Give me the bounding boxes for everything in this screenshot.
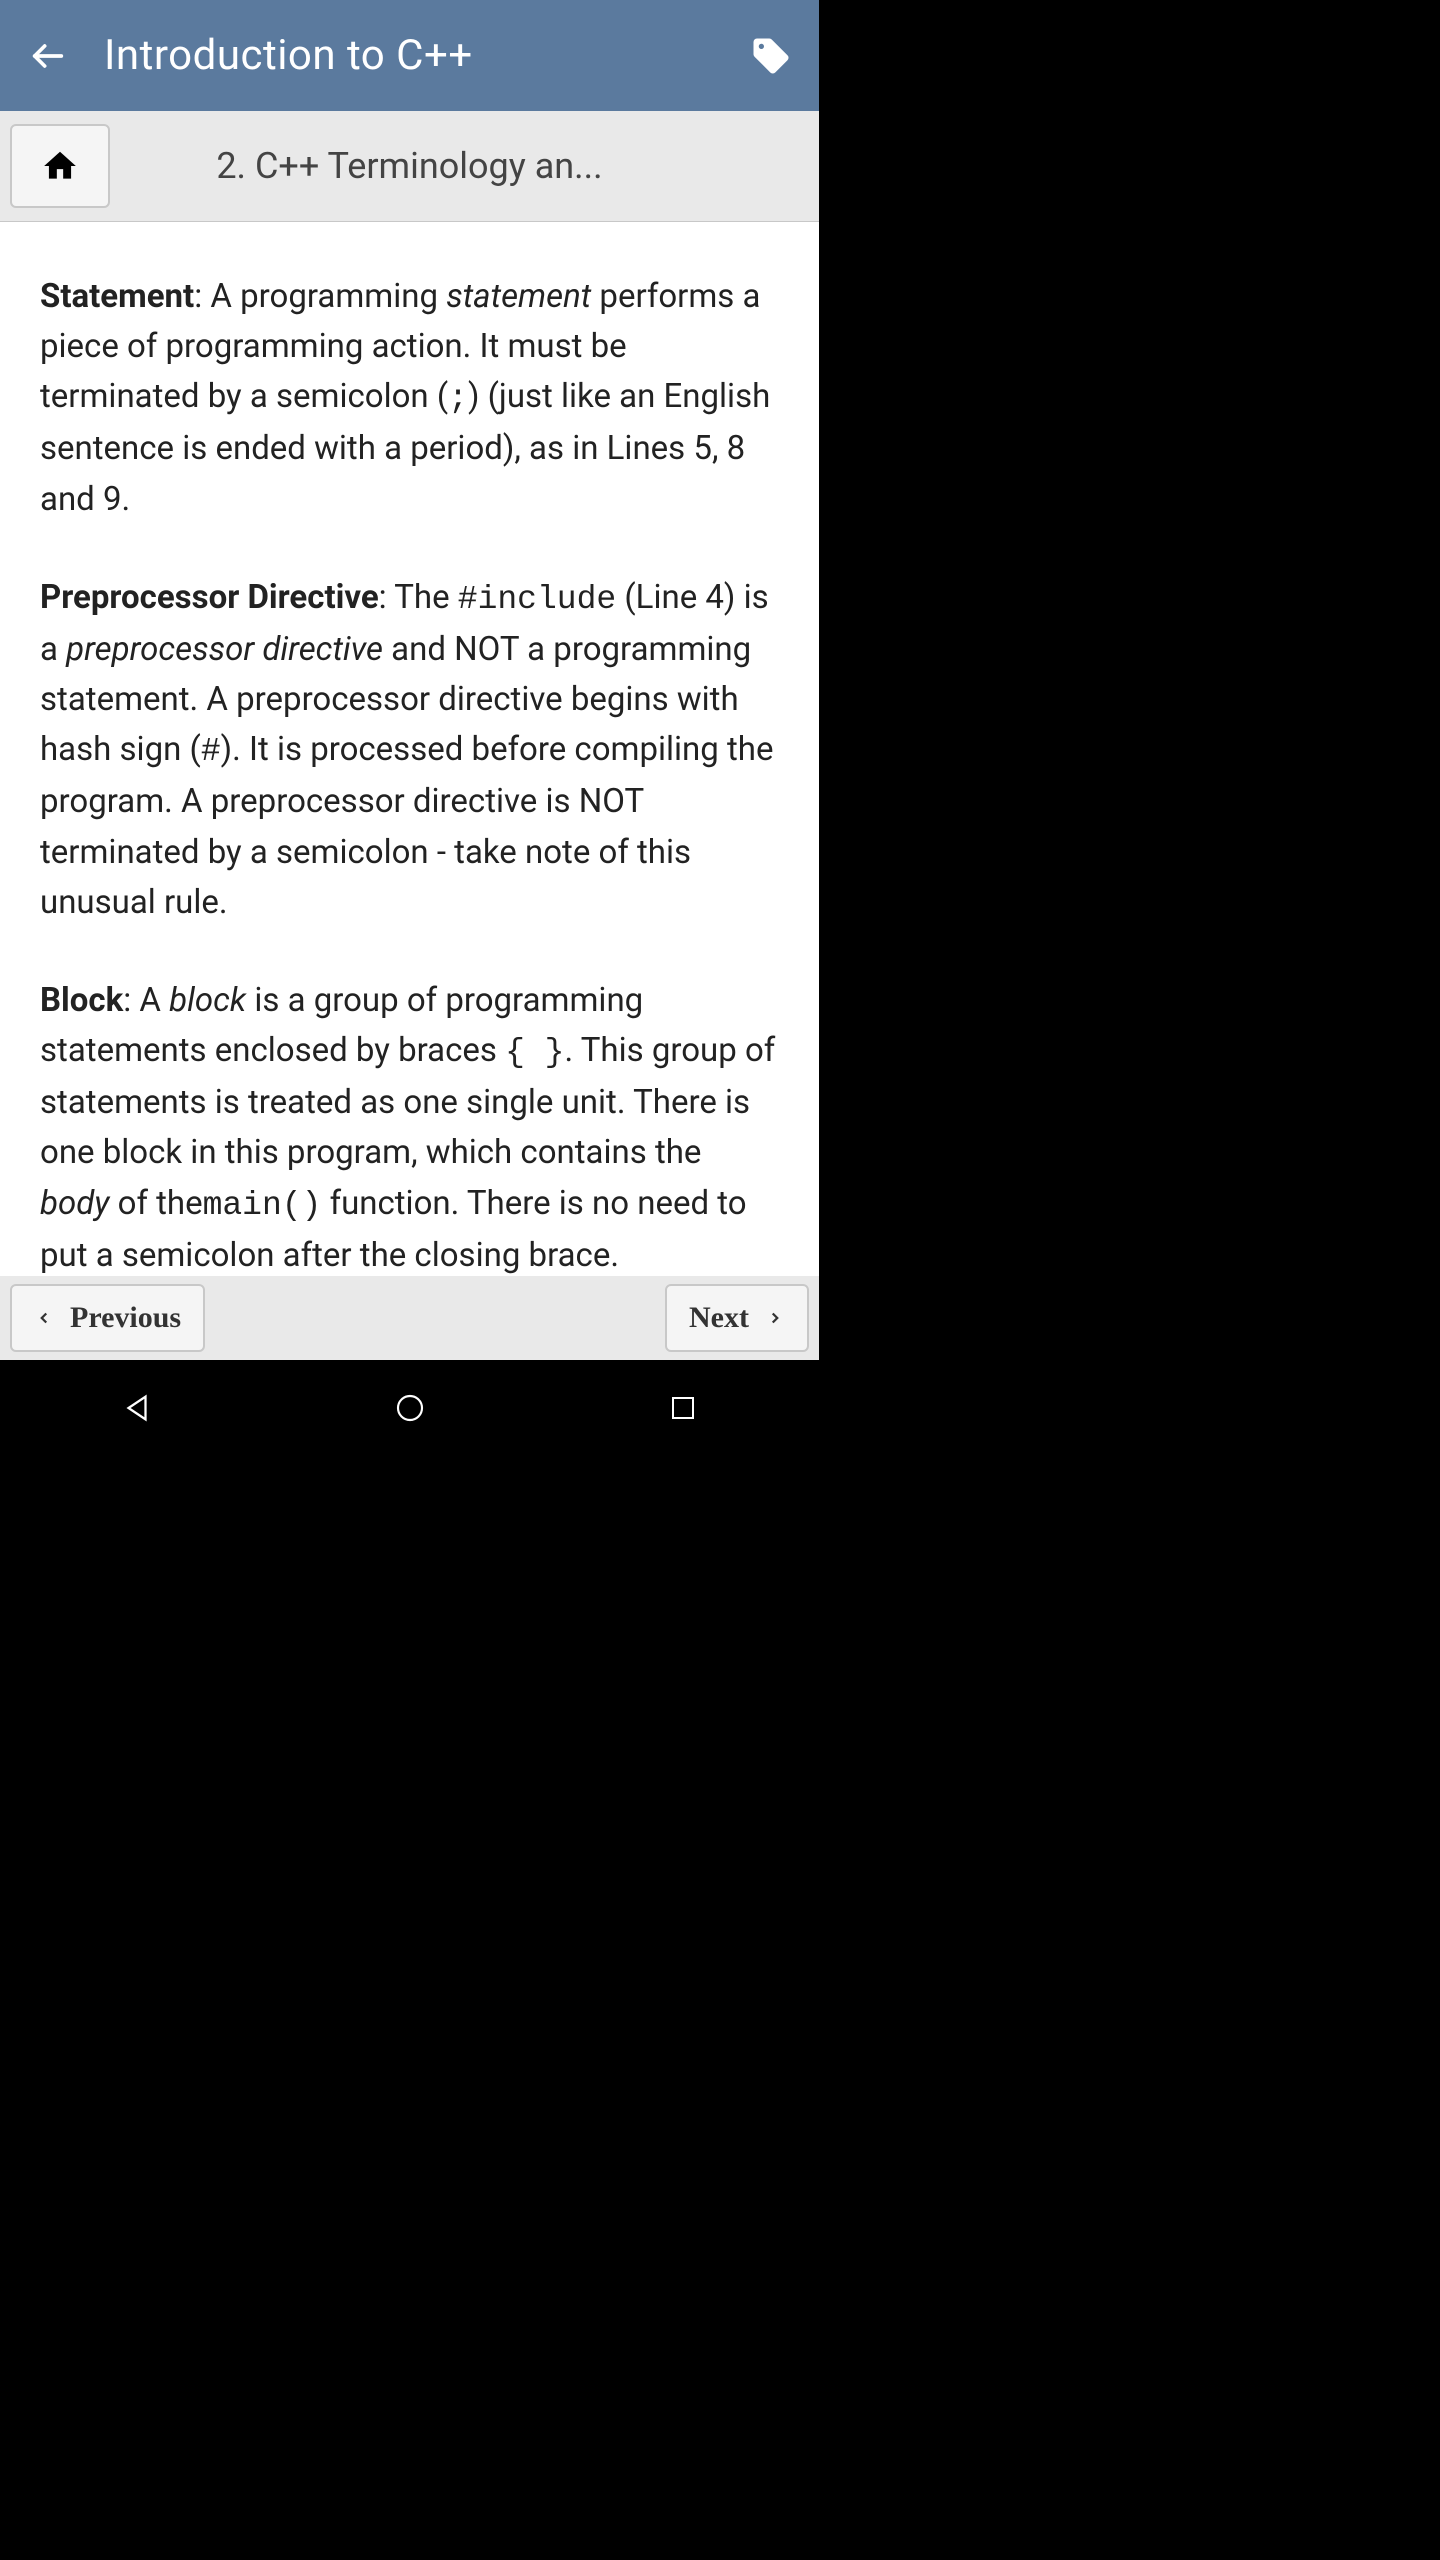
content-area[interactable]: Statement: A programming statement perfo…	[0, 222, 819, 1276]
italic: block	[169, 981, 246, 1020]
page-nav-bar: Previous Next	[0, 1276, 819, 1360]
chevron-right-icon	[765, 1309, 785, 1327]
code: #include	[458, 581, 616, 618]
chevron-left-icon	[34, 1309, 54, 1327]
term-statement: Statement	[40, 277, 194, 316]
code: main()	[203, 1187, 322, 1224]
chapter-bar: 2. C++ Terminology an...	[0, 111, 819, 222]
next-button[interactable]: Next	[665, 1284, 809, 1352]
term-block: Block	[40, 981, 123, 1020]
android-nav-bar	[0, 1360, 819, 1456]
back-icon[interactable]	[24, 32, 72, 80]
text: : A	[123, 981, 169, 1020]
app-bar: Introduction to C++	[0, 0, 819, 111]
next-label: Next	[689, 1301, 749, 1335]
home-button[interactable]	[10, 124, 110, 208]
term-preprocessor: Preprocessor Directive	[40, 578, 379, 617]
italic: preprocessor directive	[66, 630, 383, 669]
italic: statement	[446, 277, 591, 316]
code: #	[201, 733, 221, 770]
previous-button[interactable]: Previous	[10, 1284, 205, 1352]
page-title: Introduction to C++	[104, 31, 747, 80]
text: : The	[379, 578, 458, 617]
android-back-button[interactable]	[107, 1378, 167, 1438]
paragraph-block: Block: A block is a group of programming…	[40, 976, 779, 1276]
android-recents-button[interactable]	[653, 1378, 713, 1438]
tag-icon[interactable]	[747, 32, 795, 80]
code: { }	[505, 1034, 564, 1071]
home-icon	[41, 147, 79, 185]
paragraph-preprocessor: Preprocessor Directive: The #include (Li…	[40, 573, 779, 928]
italic: body	[40, 1184, 109, 1223]
text: of the	[109, 1184, 202, 1223]
code: ;	[448, 380, 468, 417]
chapter-title: 2. C++ Terminology an...	[110, 145, 809, 187]
text: : A programming	[194, 277, 446, 316]
android-home-button[interactable]	[380, 1378, 440, 1438]
paragraph-statement: Statement: A programming statement perfo…	[40, 272, 779, 525]
previous-label: Previous	[70, 1301, 181, 1335]
